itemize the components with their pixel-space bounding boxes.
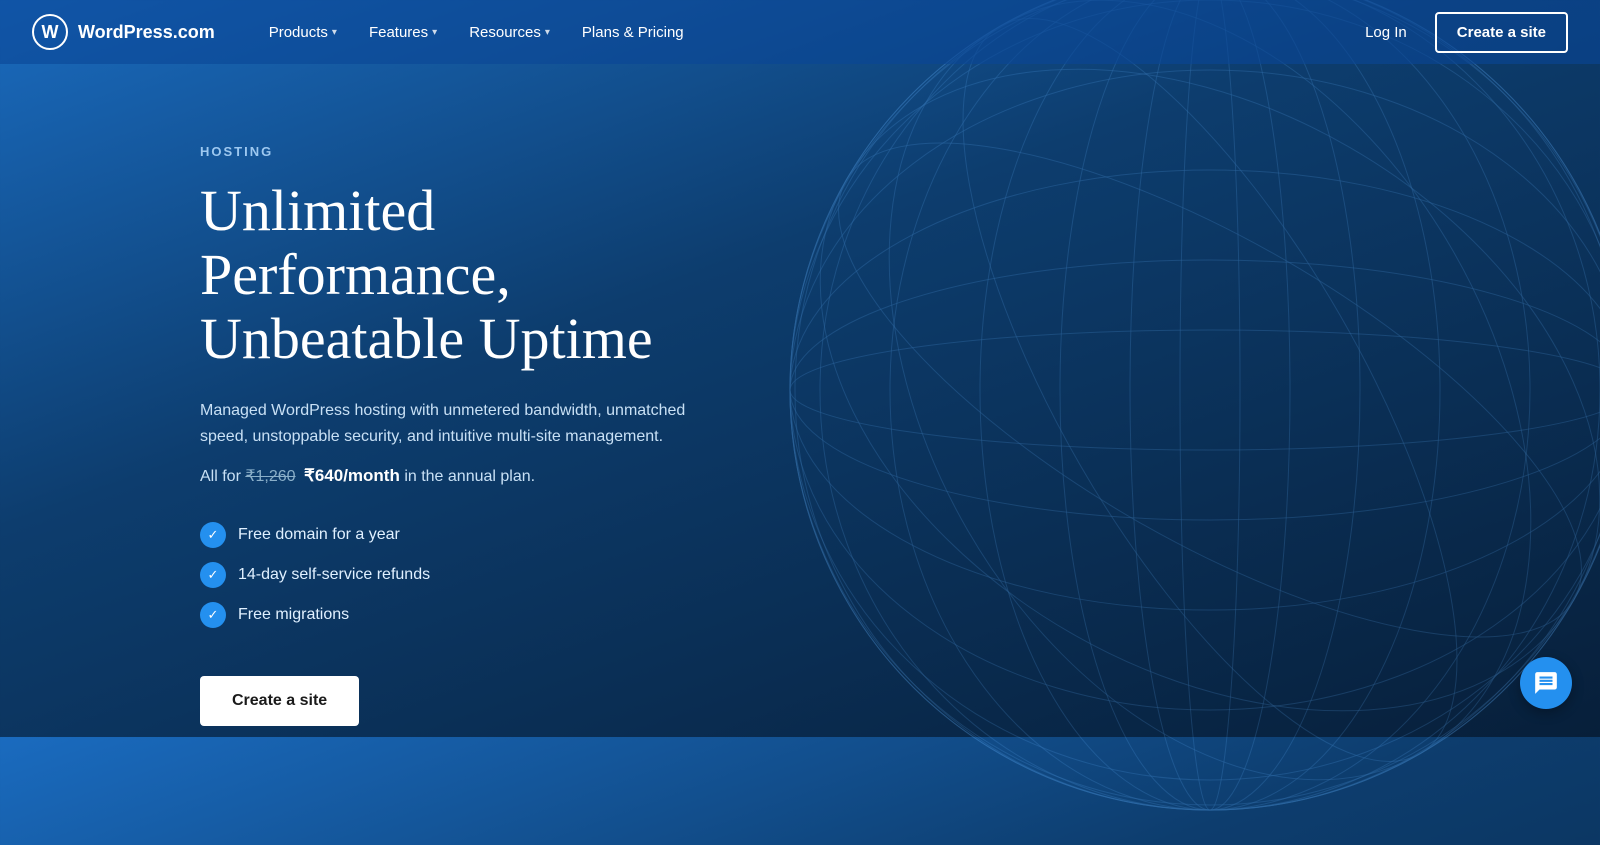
hero-label: HOSTING — [200, 144, 700, 159]
check-icon-refunds: ✓ — [200, 562, 226, 588]
check-icon-migrations: ✓ — [200, 602, 226, 628]
products-chevron-icon: ▾ — [332, 27, 337, 38]
nav-links: Products ▾ Features ▾ Resources ▾ Plans … — [255, 16, 1353, 49]
brand-name: WordPress.com — [78, 22, 215, 43]
chat-icon — [1533, 670, 1559, 696]
hero-description: Managed WordPress hosting with unmetered… — [200, 398, 700, 449]
nav-products[interactable]: Products ▾ — [255, 16, 351, 49]
features-list: ✓ Free domain for a year ✓ 14-day self-s… — [200, 522, 700, 628]
feature-item-refunds: ✓ 14-day self-service refunds — [200, 562, 700, 588]
new-price: ₹640/month — [304, 466, 400, 485]
feature-item-migrations: ✓ Free migrations — [200, 602, 700, 628]
nav-resources[interactable]: Resources ▾ — [455, 16, 564, 49]
hero-section: HOSTING Unlimited Performance, Unbeatabl… — [0, 64, 700, 726]
feature-item-domain: ✓ Free domain for a year — [200, 522, 700, 548]
old-price: ₹1,260 — [245, 468, 295, 485]
login-link[interactable]: Log In — [1353, 16, 1419, 49]
chat-button[interactable] — [1520, 657, 1572, 709]
logo-link[interactable]: W WordPress.com — [32, 14, 215, 50]
features-chevron-icon: ▾ — [432, 27, 437, 38]
nav-features[interactable]: Features ▾ — [355, 16, 451, 49]
hero-create-site-button[interactable]: Create a site — [200, 676, 359, 726]
nav-create-site-button[interactable]: Create a site — [1435, 12, 1568, 53]
hero-pricing: All for ₹1,260 ₹640/month in the annual … — [200, 466, 700, 486]
hero-title: Unlimited Performance, Unbeatable Uptime — [200, 179, 700, 370]
nav-plans-pricing[interactable]: Plans & Pricing — [568, 16, 698, 49]
nav-right: Log In Create a site — [1353, 12, 1568, 53]
check-icon-domain: ✓ — [200, 522, 226, 548]
wp-logo-icon: W — [32, 14, 68, 50]
navbar: W WordPress.com Products ▾ Features ▾ Re… — [0, 0, 1600, 64]
globe-decoration — [760, 0, 1600, 840]
resources-chevron-icon: ▾ — [545, 27, 550, 38]
